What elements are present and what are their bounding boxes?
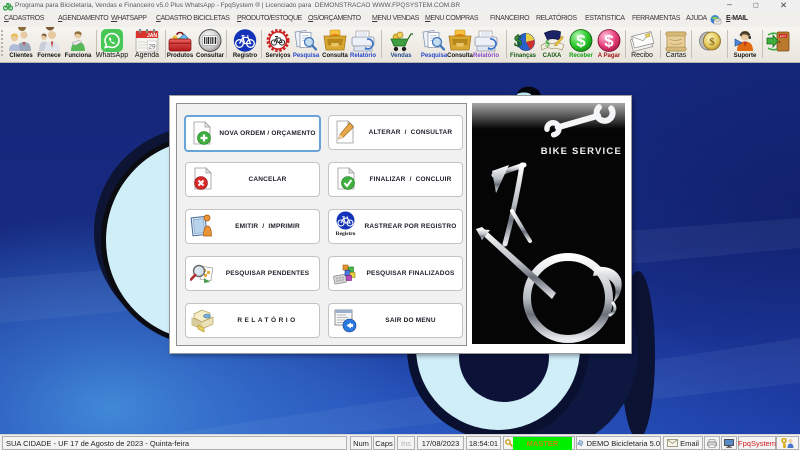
svg-text:$: $ [545, 39, 550, 49]
svg-text:EXIT: EXIT [780, 34, 787, 38]
svg-text:$: $ [604, 32, 614, 51]
svg-text:$: $ [514, 33, 522, 50]
svg-text:$: $ [709, 36, 715, 48]
svg-text:Registro: Registro [336, 231, 356, 236]
svg-text:29: 29 [148, 44, 156, 51]
svg-text:BIKE SERVICE: BIKE SERVICE [541, 146, 622, 157]
svg-text:$: $ [576, 32, 586, 51]
svg-text:JAN: JAN [147, 33, 157, 39]
